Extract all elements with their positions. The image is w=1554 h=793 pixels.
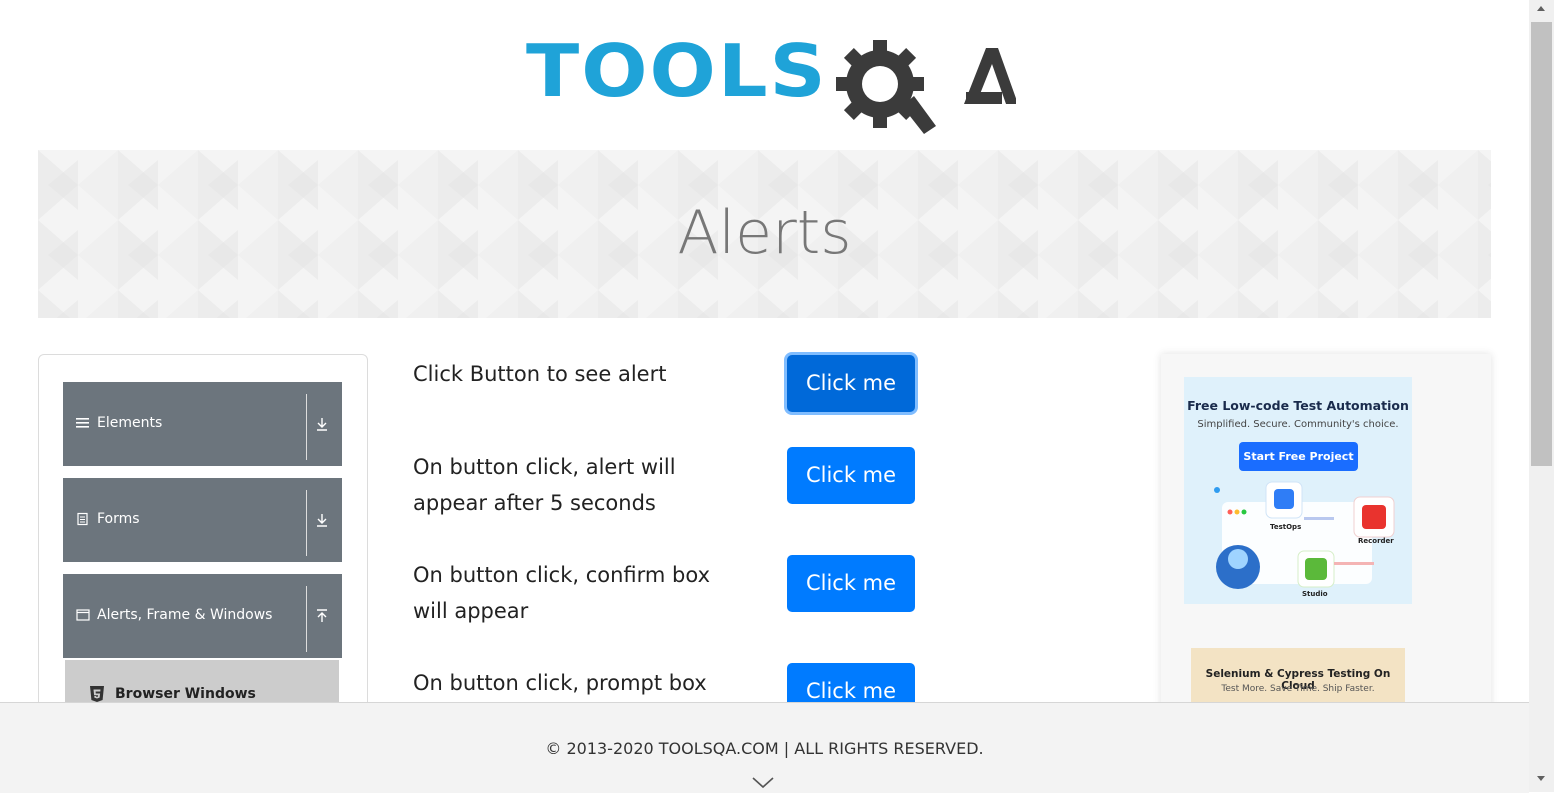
scroll-up-arrow-icon[interactable] <box>1537 6 1545 11</box>
ad-subtitle: Test More. Save Time. Ship Faster. <box>1221 684 1375 694</box>
upload-arrow-icon[interactable] <box>315 608 329 624</box>
divider <box>306 586 307 652</box>
scroll-down-arrow-icon[interactable] <box>1537 776 1545 781</box>
ad-illustration <box>1214 481 1395 589</box>
nav-item-label: Browser Windows <box>115 686 256 702</box>
timer-alert-button[interactable]: Click me <box>787 447 915 504</box>
hamburger-icon <box>76 418 89 428</box>
ad-tag: Studio <box>1302 590 1328 598</box>
prompt-description: On button click, prompt box <box>413 671 707 695</box>
page-title: Alerts <box>677 198 852 268</box>
ad-tag: Recorder <box>1358 537 1394 545</box>
chevron-down-icon[interactable] <box>752 777 774 789</box>
html5-icon <box>90 686 104 702</box>
ad-tag: TestOps <box>1270 523 1302 531</box>
nav-group-label: Forms <box>97 511 140 527</box>
divider <box>306 394 307 460</box>
confirm-button[interactable]: Click me <box>787 555 915 612</box>
scrollbar-thumb[interactable] <box>1531 22 1552 466</box>
footer: © 2013-2020 TOOLSQA.COM | ALL RIGHTS RES… <box>0 702 1529 793</box>
divider <box>306 490 307 556</box>
download-arrow-icon[interactable] <box>315 416 329 432</box>
alert-button[interactable]: Click me <box>787 355 915 412</box>
confirm-description: On button click, confirm box will appear <box>413 563 711 623</box>
left-nav: Elements Forms Alerts, Frame & Windows B… <box>38 354 368 756</box>
alert-description: Click Button to see alert <box>413 362 667 386</box>
document-icon <box>77 512 88 526</box>
timer-alert-description: On button click, alert will appear after… <box>413 455 676 515</box>
logo-tools-text: TOOLS <box>526 30 828 114</box>
ad-column: Free Low-code Test Automation Simplified… <box>1161 354 1491 754</box>
katalon-ad[interactable]: Free Low-code Test Automation Simplified… <box>1184 377 1412 604</box>
logo-qa-gear-icon <box>836 40 1016 134</box>
nav-group-elements[interactable]: Elements <box>63 382 342 466</box>
page-banner: Alerts <box>38 150 1491 318</box>
nav-group-alerts-frame-windows[interactable]: Alerts, Frame & Windows <box>63 574 342 658</box>
nav-group-label: Elements <box>97 415 163 431</box>
vertical-scrollbar[interactable] <box>1529 0 1554 792</box>
download-arrow-icon[interactable] <box>315 512 329 528</box>
nav-group-label: Alerts, Frame & Windows <box>97 607 273 623</box>
toolsqa-logo[interactable]: TOOLS <box>526 30 1016 134</box>
window-icon <box>76 609 90 621</box>
nav-group-forms[interactable]: Forms <box>63 478 342 562</box>
copyright-text: © 2013-2020 TOOLSQA.COM | ALL RIGHTS RES… <box>545 739 984 758</box>
